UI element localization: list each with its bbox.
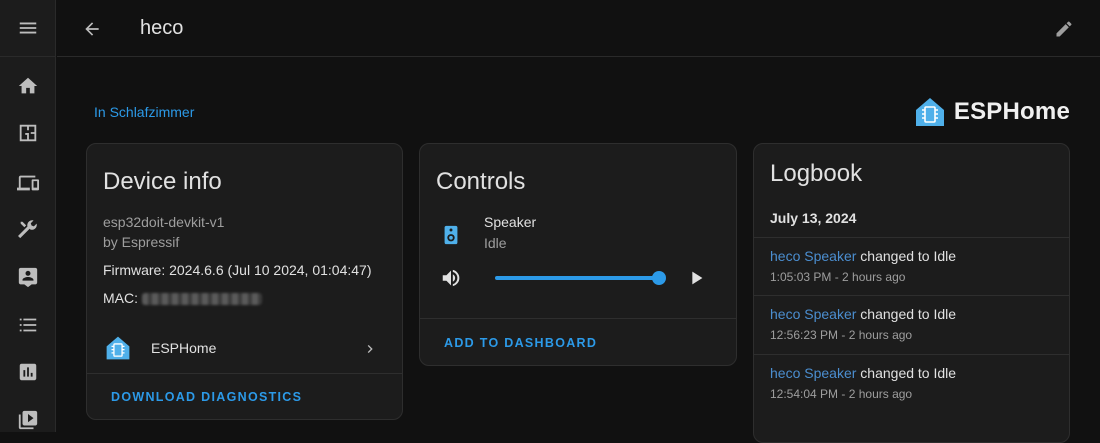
floorplan-icon — [19, 124, 37, 142]
logbook-entity-link[interactable]: heco Speaker — [770, 248, 856, 264]
logbook-card: Logbook July 13, 2024 heco Speaker chang… — [753, 143, 1070, 443]
device-info-card: Device info esp32doit-devkit-v1 by Espre… — [86, 143, 403, 420]
menu-button[interactable] — [0, 0, 56, 57]
esphome-icon — [106, 336, 130, 360]
logbook-text: changed to Idle — [856, 248, 957, 264]
entity-name[interactable]: Speaker — [484, 214, 536, 230]
brand-logo: ESPHome — [914, 96, 1070, 128]
page-title: heco — [140, 17, 184, 39]
sidebar-item-developer-tools[interactable] — [0, 210, 56, 250]
sidebar-item-logbook[interactable] — [0, 305, 56, 345]
logbook-message: heco Speaker changed to Idle — [770, 248, 956, 264]
sidebar-item-map[interactable] — [0, 113, 56, 153]
logbook-entry: heco Speaker changed to Idle 12:54:04 PM… — [754, 354, 1069, 413]
device-model: esp32doit-devkit-v1 — [103, 214, 225, 230]
integration-label: ESPHome — [151, 340, 217, 356]
mac-address: MAC: — [103, 290, 262, 306]
area-link[interactable]: In Schlafzimmer — [94, 104, 194, 120]
mac-redacted — [142, 293, 262, 306]
firmware-version: Firmware: 2024.6.6 (Jul 10 2024, 01:04:4… — [103, 262, 372, 278]
sidebar-item-people[interactable] — [0, 257, 56, 297]
device-manufacturer: by Espressif — [103, 234, 180, 250]
logbook-date: July 13, 2024 — [770, 210, 857, 226]
contact-card-icon — [18, 267, 38, 288]
devices-icon — [17, 175, 39, 191]
integration-row[interactable]: ESPHome — [87, 328, 402, 368]
card-title: Logbook — [770, 160, 863, 187]
arrow-left-icon — [85, 22, 99, 36]
logbook-time: 1:05:03 PM - 2 hours ago — [770, 270, 906, 284]
logbook-message: heco Speaker changed to Idle — [770, 365, 956, 381]
sidebar-item-history[interactable] — [0, 352, 56, 392]
logbook-text: changed to Idle — [856, 365, 957, 381]
card-divider — [420, 318, 736, 319]
controls-card: Controls Speaker Idle ADD TO DASHBOARD — [419, 143, 737, 366]
add-to-dashboard-button[interactable]: ADD TO DASHBOARD — [444, 336, 597, 350]
logbook-entity-link[interactable]: heco Speaker — [770, 365, 856, 381]
sidebar-item-devices[interactable] — [0, 163, 56, 203]
back-button[interactable] — [79, 16, 105, 42]
volume-slider-thumb[interactable] — [652, 271, 667, 285]
logbook-entity-link[interactable]: heco Speaker — [770, 306, 856, 322]
entity-state: Idle — [484, 235, 507, 251]
tools-icon — [18, 220, 37, 239]
card-title: Controls — [436, 168, 526, 195]
logbook-time: 12:54:04 PM - 2 hours ago — [770, 387, 913, 401]
card-title: Device info — [103, 168, 222, 195]
speaker-icon — [444, 225, 458, 245]
card-divider — [87, 373, 402, 374]
menu-icon — [19, 22, 37, 34]
list-icon — [19, 318, 37, 332]
edit-button[interactable] — [1052, 17, 1076, 41]
chart-icon — [19, 363, 37, 381]
top-bar: heco — [57, 0, 1100, 57]
logbook-message: heco Speaker changed to Idle — [770, 306, 956, 322]
logbook-entry: heco Speaker changed to Idle 1:05:03 PM … — [754, 237, 1069, 296]
mac-label: MAC: — [103, 290, 138, 306]
media-icon — [18, 410, 38, 430]
home-icon — [18, 77, 38, 94]
logbook-entry: heco Speaker changed to Idle 12:56:23 PM… — [754, 295, 1069, 354]
esphome-logo-icon — [915, 98, 944, 126]
download-diagnostics-button[interactable]: DOWNLOAD DIAGNOSTICS — [111, 390, 302, 404]
chevron-right-icon — [367, 345, 373, 353]
brand-name: ESPHome — [953, 98, 1070, 125]
pencil-icon — [1056, 21, 1072, 37]
sidebar-item-media[interactable] — [0, 400, 56, 440]
logbook-text: changed to Idle — [856, 306, 957, 322]
sidebar — [0, 0, 56, 432]
volume-icon[interactable] — [440, 267, 462, 289]
volume-slider[interactable] — [495, 271, 667, 285]
sidebar-item-overview[interactable] — [0, 66, 56, 106]
logbook-time: 12:56:23 PM - 2 hours ago — [770, 328, 913, 342]
play-icon[interactable] — [685, 267, 707, 289]
